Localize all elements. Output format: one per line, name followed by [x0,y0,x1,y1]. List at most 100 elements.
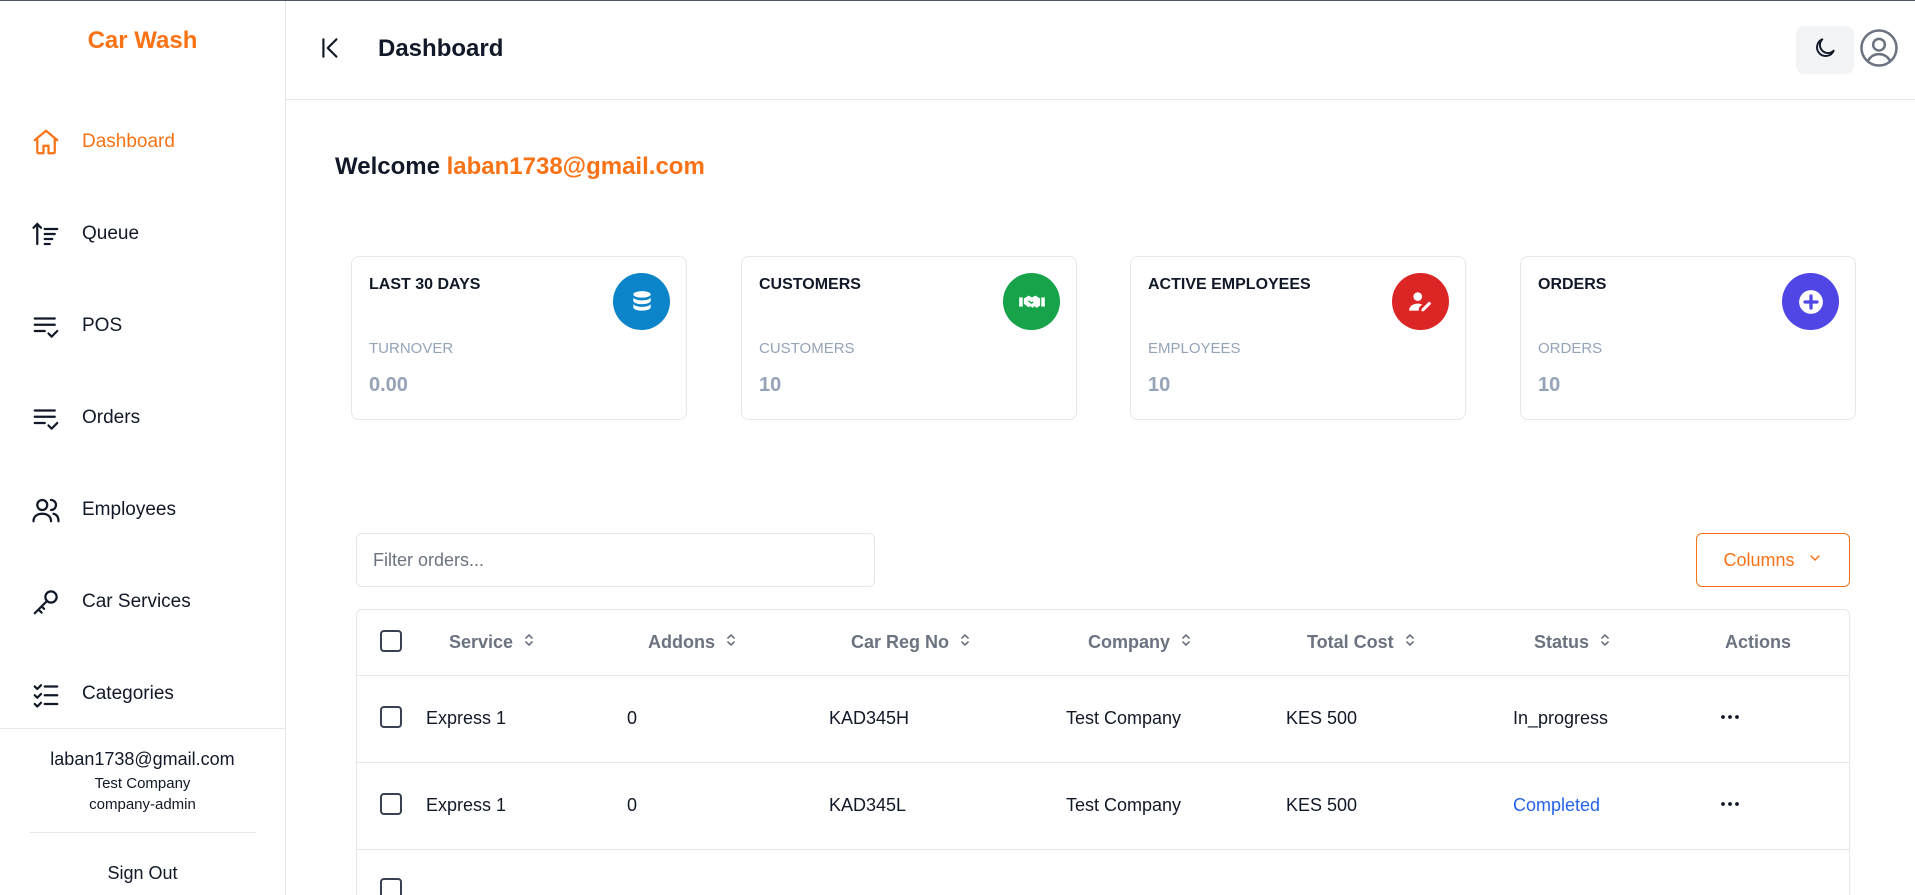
sort-icon [1404,632,1416,653]
welcome-message: Welcome laban1738@gmail.com [335,153,705,181]
sidebar-item-car-services[interactable]: Car Services [30,582,191,622]
collapse-left-icon [318,35,344,66]
card-subtitle: CUSTOMERS [759,340,855,357]
table-row[interactable] [357,850,1849,895]
user-menu-button[interactable] [1858,28,1900,73]
handshake-icon [1003,273,1060,330]
user-circle-icon [1859,28,1899,73]
row-checkbox[interactable] [380,878,402,895]
cell-service: Express 1 [426,708,507,728]
sidebar-item-categories[interactable]: Categories [30,674,174,714]
column-header-label: Company [1088,632,1171,652]
sort-icon [1599,632,1611,653]
database-icon [613,273,670,330]
stat-card-customers: CUSTOMERS CUSTOMERS 10 [741,256,1077,420]
column-header-label: Total Cost [1307,632,1394,652]
row-actions-button[interactable] [1715,706,1745,726]
cell-addons: 0 [627,795,638,815]
cell-total-cost: KES 500 [1286,795,1358,815]
columns-button-label: Columns [1723,549,1795,570]
card-value: 0.00 [369,374,408,396]
sidebar-item-label: Employees [82,499,176,520]
filter-orders-input[interactable] [356,533,875,587]
list-check-icon [30,402,62,434]
column-header-label: Actions [1725,632,1792,652]
column-header-addons[interactable]: Addons [648,632,737,653]
top-header: Dashboard [286,1,1915,100]
row-checkbox[interactable] [380,793,402,815]
column-header-label: Addons [648,632,715,652]
table-row[interactable]: Express 1 0 KAD345L Test Company KES 500… [357,763,1849,850]
checklist-icon [30,678,62,710]
stat-card-orders: ORDERS ORDERS 10 [1520,256,1856,420]
key-icon [30,586,62,618]
cell-car-reg-no: KAD345H [829,708,910,728]
select-all-checkbox[interactable] [380,630,402,652]
column-header-car-reg-no[interactable]: Car Reg No [851,632,971,653]
sidebar-item-label: Car Services [82,591,191,612]
sidebar-item-label: Queue [82,223,140,244]
sidebar-item-label: POS [82,315,123,336]
card-title: CUSTOMERS [759,276,861,293]
user-edit-icon [1392,273,1449,330]
list-check-icon [30,310,62,342]
sign-out-button[interactable]: Sign Out [0,863,285,884]
user-role: company-admin [89,796,196,813]
sort-icon [523,632,535,653]
table-header-row: Service Addons Car Reg No Company Total … [357,610,1849,676]
stat-card-employees: ACTIVE EMPLOYEES EMPLOYEES 10 [1130,256,1466,420]
sort-ascending-icon [30,218,62,250]
card-subtitle: EMPLOYEES [1148,340,1241,357]
cell-addons: 0 [627,708,638,728]
theme-toggle-button[interactable] [1796,26,1854,74]
row-checkbox[interactable] [380,706,402,728]
sidebar-item-label: Orders [82,407,141,428]
brand-logo-text[interactable]: Car Wash [0,27,285,55]
column-header-company[interactable]: Company [1088,632,1192,653]
welcome-prefix: Welcome [335,153,440,180]
sort-icon [1180,632,1192,653]
sidebar-item-dashboard[interactable]: Dashboard [30,122,175,162]
users-icon [30,494,62,526]
sidebar-item-label: Dashboard [82,131,175,152]
sidebar-item-pos[interactable]: POS [30,306,122,346]
column-header-label: Service [449,632,514,652]
sidebar-item-orders[interactable]: Orders [30,398,140,438]
sidebar-item-employees[interactable]: Employees [30,490,176,530]
cell-status: In_progress [1513,708,1609,728]
stat-card-turnover: LAST 30 DAYS TURNOVER 0.00 [351,256,687,420]
orders-table: Service Addons Car Reg No Company Total … [356,609,1850,895]
card-value: 10 [1148,374,1171,396]
column-header-label: Status [1534,632,1590,652]
column-header-total-cost[interactable]: Total Cost [1307,632,1416,653]
collapse-sidebar-button[interactable] [316,35,346,65]
sidebar: Car Wash Dashboard Queue POS Orders Empl… [0,1,286,895]
page-title: Dashboard [378,35,504,62]
card-title: ORDERS [1538,276,1607,293]
home-icon [30,126,62,158]
welcome-email: laban1738@gmail.com [446,153,705,180]
cell-total-cost: KES 500 [1286,708,1358,728]
cell-service: Express 1 [426,795,507,815]
table-row[interactable]: Express 1 0 KAD345H Test Company KES 500… [357,676,1849,763]
card-subtitle: TURNOVER [369,340,454,357]
column-header-status[interactable]: Status [1534,632,1611,653]
card-subtitle: ORDERS [1538,340,1603,357]
moon-icon [1812,35,1838,66]
cell-status: Completed [1513,795,1601,815]
columns-dropdown-button[interactable]: Columns [1696,533,1850,587]
card-value: 10 [1538,374,1561,396]
column-header-actions: Actions [1725,632,1791,653]
row-actions-button[interactable] [1715,793,1745,813]
sidebar-item-label: Categories [82,683,174,704]
divider [30,832,256,833]
cell-company: Test Company [1066,708,1182,728]
sort-icon [959,632,971,653]
column-header-service[interactable]: Service [449,632,535,653]
sidebar-user-panel: laban1738@gmail.com Test Company company… [0,728,285,895]
more-horizontal-icon [1720,707,1740,725]
sidebar-item-queue[interactable]: Queue [30,214,139,254]
column-header-label: Car Reg No [851,632,950,652]
plus-circle-icon [1782,273,1839,330]
sort-icon [725,632,737,653]
